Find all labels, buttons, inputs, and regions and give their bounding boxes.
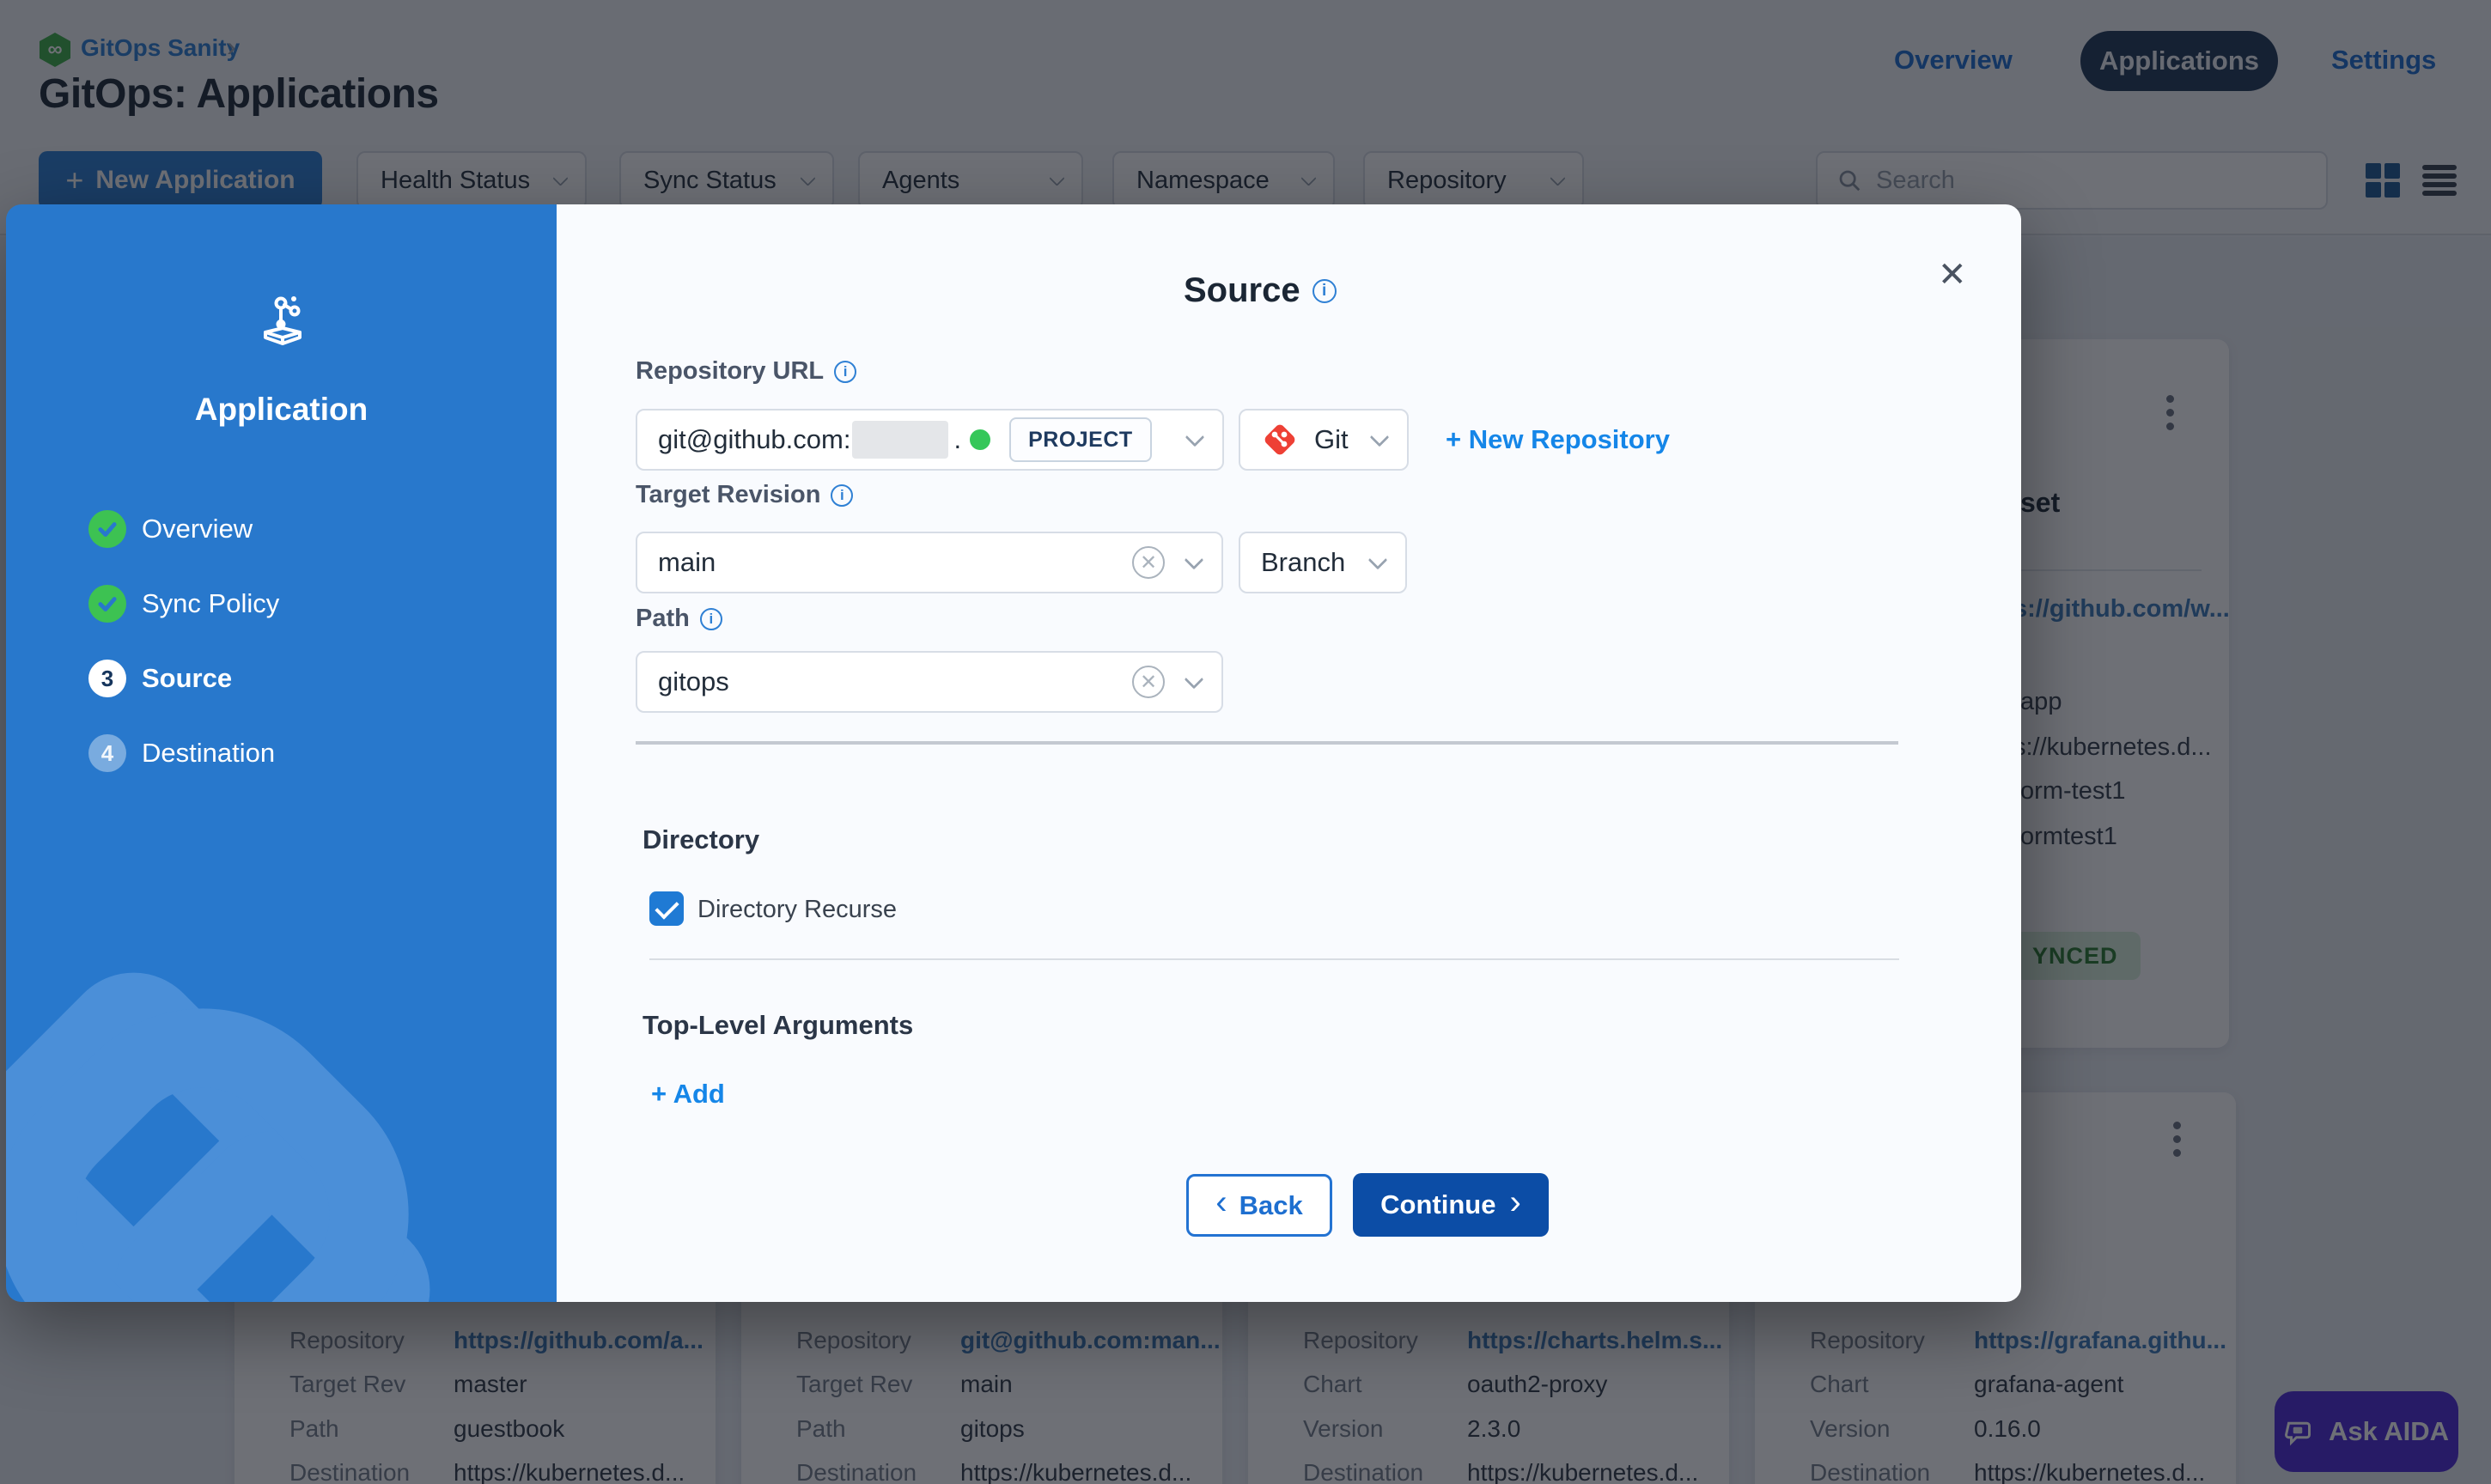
- chevron-down-icon[interactable]: [1185, 550, 1204, 570]
- repository-url-label: Repository URL i: [636, 357, 856, 386]
- info-icon[interactable]: i: [834, 361, 856, 383]
- repo-type-select[interactable]: Git: [1239, 409, 1409, 471]
- step-label: Sync Policy: [142, 588, 279, 619]
- wizard-step-panel: ✕ Source i Repository URL i git@github.c…: [557, 204, 2021, 1302]
- path-input[interactable]: gitops ✕: [636, 651, 1223, 713]
- git-icon: [1261, 421, 1299, 459]
- chevron-down-icon[interactable]: [1185, 670, 1204, 690]
- continue-button[interactable]: Continue ›: [1353, 1173, 1549, 1237]
- revision-type-value: Branch: [1261, 547, 1345, 578]
- target-revision-label: Target Revision i: [636, 481, 853, 509]
- chevron-down-icon[interactable]: [1185, 428, 1205, 447]
- target-revision-label-text: Target Revision: [636, 481, 820, 509]
- target-revision-value: main: [658, 547, 716, 578]
- redacted-text: [852, 421, 948, 459]
- revision-type-select[interactable]: Branch: [1239, 532, 1407, 593]
- target-revision-input[interactable]: main ✕: [636, 532, 1223, 593]
- repo-type-value: Git: [1314, 424, 1349, 455]
- add-argument-link[interactable]: + Add: [651, 1079, 725, 1110]
- connection-status-dot: [970, 429, 990, 450]
- new-application-wizard: Application OverviewSync Policy3Source4D…: [6, 204, 2021, 1302]
- wizard-step-sync-policy[interactable]: Sync Policy: [88, 585, 279, 623]
- info-icon[interactable]: i: [831, 484, 853, 507]
- step-number: 4: [88, 734, 126, 772]
- info-icon[interactable]: i: [1312, 279, 1337, 303]
- step-label: Destination: [142, 738, 275, 769]
- source-step-title-text: Source: [1184, 271, 1300, 310]
- clear-icon[interactable]: ✕: [1132, 546, 1165, 579]
- top-level-arguments-heading: Top-Level Arguments: [643, 1010, 913, 1041]
- info-icon[interactable]: i: [700, 608, 722, 630]
- step-number: 3: [88, 660, 126, 697]
- source-step-title: Source i: [1184, 271, 1337, 310]
- repository-url-value: git@github.com:: [658, 424, 850, 455]
- chevron-right-icon: ›: [1509, 1183, 1520, 1222]
- directory-recurse-checkbox[interactable]: [649, 891, 684, 926]
- back-button-label: Back: [1239, 1190, 1303, 1221]
- project-badge: PROJECT: [1009, 417, 1152, 462]
- new-repository-link[interactable]: + New Repository: [1446, 424, 1670, 455]
- step-label: Overview: [142, 514, 253, 544]
- continue-button-label: Continue: [1380, 1189, 1495, 1220]
- directory-recurse-label: Directory Recurse: [697, 896, 897, 924]
- check-icon: [88, 585, 126, 623]
- path-label-text: Path: [636, 605, 690, 633]
- chevron-left-icon: ‹: [1215, 1183, 1227, 1222]
- path-label: Path i: [636, 605, 722, 633]
- back-button[interactable]: ‹ Back: [1186, 1174, 1332, 1237]
- wizard-sidebar: Application Overview Sync Policy 3 Source 4D…: [6, 204, 557, 1302]
- application-icon: [255, 292, 310, 347]
- repository-url-suffix: .: [953, 424, 961, 455]
- close-icon[interactable]: ✕: [1938, 258, 1967, 292]
- wizard-step-destination[interactable]: 4 Destination: [88, 734, 275, 772]
- brand-watermark: [6, 857, 557, 1302]
- repository-url-input[interactable]: git@github.com: . PROJECT: [636, 409, 1224, 471]
- wizard-step-overview[interactable]: Overview: [88, 510, 253, 548]
- wizard-step-source[interactable]: 3 Source: [88, 660, 232, 697]
- path-value: gitops: [658, 666, 729, 697]
- clear-icon[interactable]: ✕: [1132, 666, 1165, 698]
- step-label: Source: [142, 663, 232, 694]
- section-divider: [649, 958, 1899, 960]
- directory-heading: Directory: [643, 824, 759, 855]
- check-icon: [88, 510, 126, 548]
- section-divider: [636, 741, 1898, 745]
- wizard-title: Application: [6, 392, 557, 428]
- chevron-down-icon[interactable]: [1368, 550, 1388, 570]
- repository-url-label-text: Repository URL: [636, 357, 824, 386]
- chevron-down-icon[interactable]: [1370, 428, 1390, 447]
